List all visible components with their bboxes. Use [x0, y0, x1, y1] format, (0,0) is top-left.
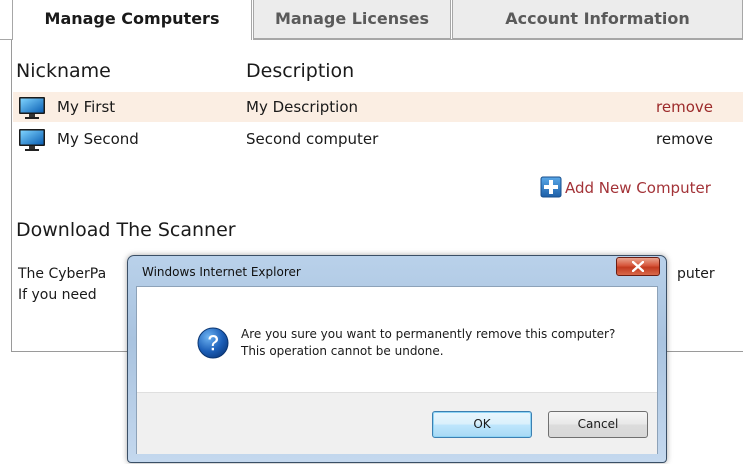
tab-manage-licenses[interactable]: Manage Licenses	[253, 0, 451, 39]
tab-bar: Manage Computers Manage Licenses Account…	[0, 0, 743, 40]
ok-button[interactable]: OK	[432, 411, 532, 438]
monitor-icon	[19, 129, 45, 151]
column-header-description: Description	[246, 60, 355, 82]
close-button[interactable]	[616, 257, 660, 276]
scanner-help-text: If you need	[18, 287, 97, 303]
column-header-nickname: Nickname	[16, 60, 111, 82]
tab-manage-computers[interactable]: Manage Computers	[12, 0, 252, 40]
close-icon	[632, 261, 644, 272]
remove-link[interactable]: remove	[656, 98, 713, 116]
scanner-text: The CyberPa	[18, 266, 107, 282]
dialog-message: Are you sure you want to permanently rem…	[241, 327, 616, 341]
dialog-message-area: Are you sure you want to permanently rem…	[137, 287, 657, 392]
monitor-icon	[19, 97, 45, 119]
confirm-dialog: Windows Internet Explorer Are you sure y…	[127, 255, 667, 463]
panel-border	[11, 40, 12, 352]
dialog-button-bar: OK Cancel	[137, 392, 657, 454]
tab-account-information[interactable]: Account Information	[452, 0, 743, 39]
page: Manage Computers Manage Licenses Account…	[0, 0, 743, 464]
dialog-message-warning: This operation cannot be undone.	[241, 344, 444, 358]
computer-description: My Description	[246, 98, 359, 116]
dialog-title: Windows Internet Explorer	[142, 265, 301, 279]
question-icon	[197, 327, 229, 359]
tab-divider	[253, 39, 743, 40]
computer-nickname: My First	[57, 98, 116, 116]
computer-nickname: My Second	[57, 130, 139, 148]
computer-description: Second computer	[246, 130, 379, 148]
table-row: My First My Description remove	[13, 92, 743, 122]
remove-link[interactable]: remove	[656, 130, 713, 148]
plus-icon	[540, 176, 562, 198]
table-row: My Second Second computer remove	[13, 124, 743, 154]
section-title: Download The Scanner	[16, 219, 236, 241]
cancel-button[interactable]: Cancel	[548, 411, 648, 438]
scanner-text-tail: puter	[677, 266, 715, 282]
dialog-body: Are you sure you want to permanently rem…	[136, 286, 658, 454]
add-new-computer-label: Add New Computer	[565, 179, 711, 197]
